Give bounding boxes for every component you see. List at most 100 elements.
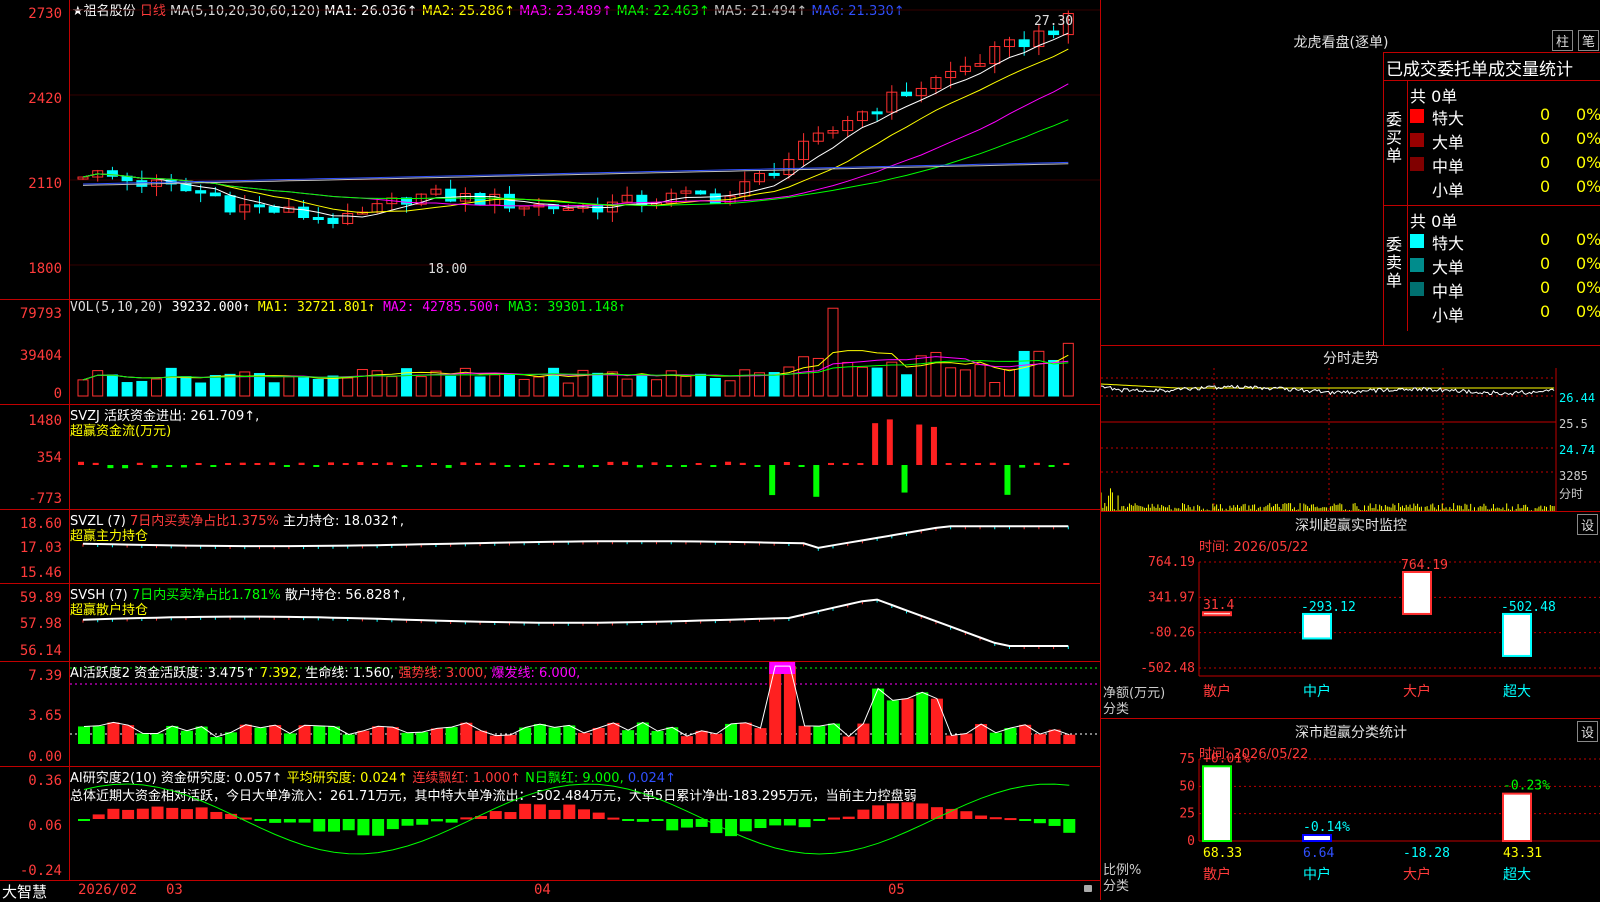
svzj-chart[interactable]	[70, 405, 1100, 509]
date-axis: 大智慧 2026/02 03 04 05	[0, 881, 1100, 902]
research-up-bar	[151, 806, 164, 819]
activity-bar	[842, 736, 855, 744]
ai-research-panel[interactable]: AI研究度2(10) 资金研究度: 0.057↑ 平均研究度: 0.024↑ 连…	[0, 767, 1100, 881]
activity-bar	[78, 726, 90, 744]
volume-bar	[901, 374, 913, 397]
ai-research-chart[interactable]	[70, 767, 1100, 880]
research-up-bar	[489, 811, 502, 819]
y-tick: 0.36	[28, 773, 62, 789]
research-up-bar	[166, 807, 179, 819]
dragon-tabs[interactable]: 已成交委托单成交量统计	[1386, 55, 1573, 80]
brand-logo[interactable]: 大智慧	[2, 881, 47, 902]
svsh-panel[interactable]: SVSH (7) 7日内买卖净占比1.781% 散户持仓: 56.828↑, 超…	[0, 584, 1100, 662]
buy-row: 中单 0 0%	[1410, 153, 1600, 176]
y-tick: 56.14	[19, 643, 62, 659]
sell-row: 特大 0 0%	[1410, 230, 1600, 253]
volume-bar	[753, 372, 765, 397]
y-tick: -773	[28, 491, 62, 507]
low-price-label: 18.00	[428, 262, 468, 277]
y-tick: 1800	[28, 261, 62, 277]
buy-row: 特大 0 0%	[1410, 105, 1600, 128]
outflow-bar	[313, 465, 320, 467]
research-up-bar	[960, 811, 973, 819]
buy-pct: 0%	[1576, 105, 1600, 124]
research-down-bar	[622, 819, 635, 821]
activity-bar	[798, 725, 811, 744]
lock-icon[interactable]	[1084, 885, 1092, 892]
intraday-chart[interactable]	[1101, 368, 1600, 511]
stats-unit2: 分类	[1103, 879, 1130, 894]
buy-pct: 0%	[1576, 153, 1600, 172]
sell-name: 大单	[1432, 258, 1465, 277]
price-line	[1101, 384, 1555, 396]
y-tick: 18.60	[19, 516, 62, 532]
stats-bar-chart[interactable]: 75 50 25 0 +0.01% 68.33 散户 -0.14% 6.64 中户 -18.28 大户…	[1101, 719, 1600, 901]
monitor-section[interactable]: 深圳超赢实时监控 设 时间: 2026/05/22 764.19 341.97 -8…	[1101, 511, 1600, 718]
ai-activity-panel[interactable]: AI活跃度2 资金活跃度: 3.475↑ 7.392, 生命线: 1.560, …	[0, 662, 1100, 767]
inflow-bar	[1063, 463, 1070, 465]
monitor-bar-chart[interactable]: 764.19 341.97 -80.26 -502.48 31.4 散户 -293.12 中户…	[1101, 512, 1600, 718]
y-tick: 354	[36, 450, 62, 466]
monitor-y-tick: 341.97	[1148, 590, 1195, 605]
stats-section[interactable]: 深市超赢分类统计 设 时间: 2026/05/22 75 50 25 0 +0.01% 6…	[1101, 718, 1600, 901]
stats-bar	[1202, 765, 1232, 842]
research-down-bar	[769, 819, 782, 826]
research-down-bar	[666, 819, 679, 831]
research-up-bar	[842, 816, 855, 819]
volume-bar	[342, 377, 354, 397]
inflow-bar	[739, 462, 746, 465]
activity-bar	[430, 728, 443, 744]
candle-down	[901, 91, 913, 97]
bar-view-button[interactable]: 柱	[1552, 30, 1574, 51]
inflow-bar	[930, 426, 937, 465]
outflow-bar	[578, 465, 584, 468]
buy-count: 0	[1540, 105, 1551, 124]
sell-pct: 0%	[1576, 230, 1600, 249]
outflow-bar	[680, 465, 687, 467]
intraday-section[interactable]: 分时走势 26.44 25.5 24.74 3285 分时	[1101, 345, 1600, 511]
date-tick: 04	[534, 882, 551, 898]
svsh-chart[interactable]	[70, 584, 1100, 661]
stats-bar	[1502, 792, 1532, 843]
volume-chart[interactable]	[70, 300, 1100, 404]
activity-bar	[754, 728, 767, 744]
research-down-bar	[342, 819, 355, 831]
buy-pct: 0%	[1576, 177, 1600, 196]
activity-bar	[886, 700, 899, 744]
research-down-bar	[401, 819, 414, 826]
research-down-bar	[283, 819, 296, 823]
candlestick-chart[interactable]	[70, 0, 1100, 299]
volume-panel[interactable]: VOL(5,10,20) 39232.000↑ MA1: 32721.801↑ …	[0, 300, 1100, 405]
research-up-bar	[592, 812, 605, 819]
activity-bar	[930, 698, 943, 744]
ai-activity-chart[interactable]	[70, 662, 1100, 766]
vol-ma-line	[82, 350, 1069, 381]
svzj-panel[interactable]: SVZJ 活跃资金进出: 261.709↑, 超赢资金流(万元) 1480 35…	[0, 405, 1100, 510]
inflow-bar	[269, 462, 276, 465]
sell-row: 大单 0 0%	[1410, 254, 1600, 277]
volume-bar	[1062, 342, 1074, 397]
stats-category: 大户	[1403, 866, 1431, 883]
outflow-bar	[1019, 465, 1026, 468]
activity-bar	[372, 726, 385, 744]
svzl-chart[interactable]	[70, 510, 1100, 583]
pen-view-button[interactable]: 笔	[1578, 30, 1600, 51]
activity-bar	[1063, 734, 1076, 744]
outflow-bar	[166, 465, 173, 467]
inflow-bar	[783, 461, 790, 465]
activity-bar	[1033, 734, 1046, 744]
kline-panel[interactable]: ★祖名股份 日线 MA(5,10,20,30,60,120) MA1: 26.0…	[0, 0, 1100, 300]
volume-bar	[959, 369, 971, 397]
research-up-bar	[519, 803, 532, 819]
activity-bar	[92, 725, 105, 744]
research-down-bar	[445, 819, 458, 823]
volume-bar	[77, 379, 89, 397]
svzl-panel[interactable]: SVZL (7) 7日内买卖净占比1.375% 主力持仓: 18.032↑, 超…	[0, 510, 1100, 584]
outflow-bar	[636, 465, 643, 468]
research-down-bar	[1019, 819, 1032, 821]
monitor-unit2: 分类	[1103, 702, 1130, 717]
research-up-bar	[180, 809, 193, 819]
volume-bar	[1033, 350, 1045, 397]
buy-count: 0	[1540, 153, 1551, 172]
activity-bar	[548, 727, 561, 744]
